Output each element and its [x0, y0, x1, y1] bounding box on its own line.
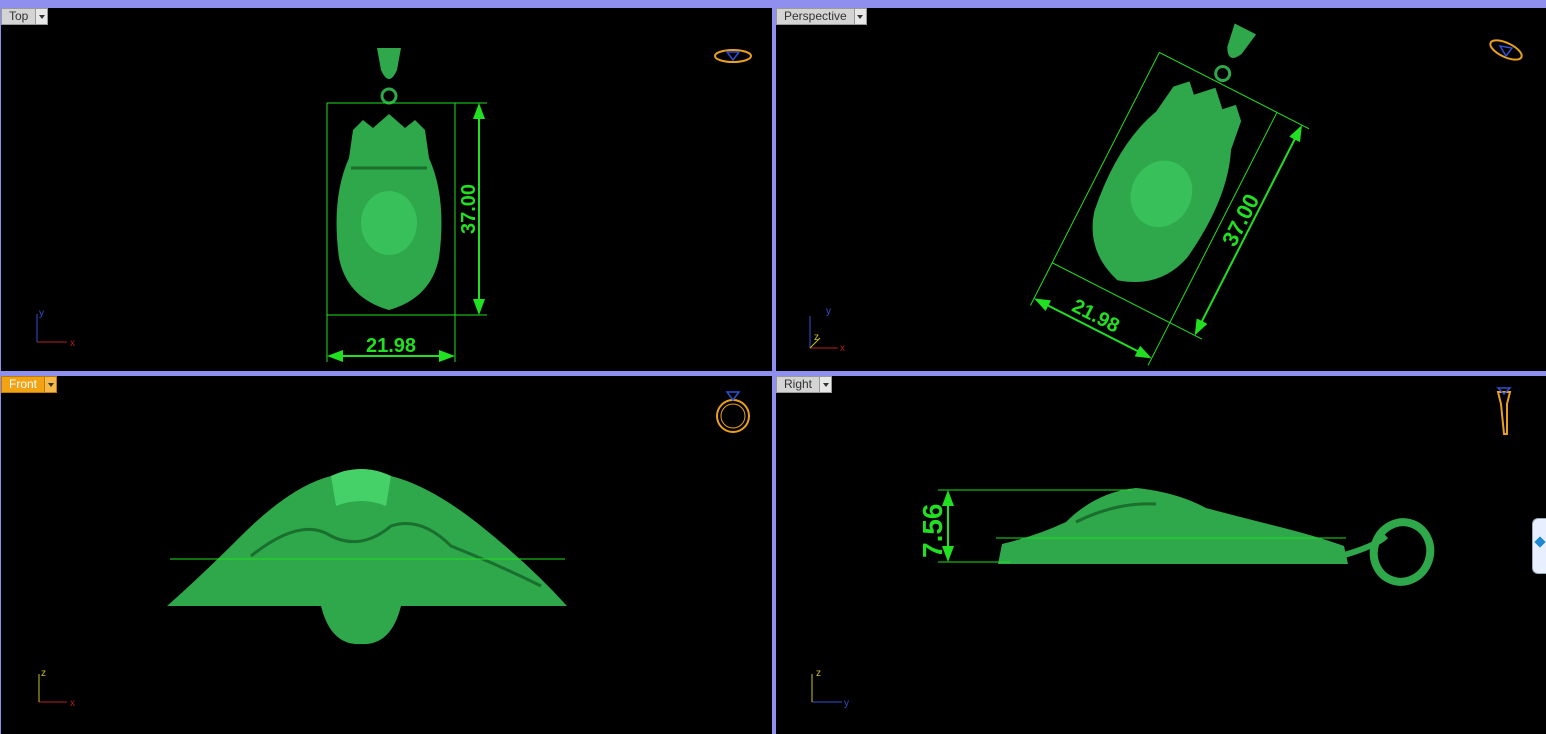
viewport-tab-top[interactable]: Top: [1, 8, 49, 25]
pendant-bail-side: [1340, 518, 1435, 586]
lion-face: [361, 191, 417, 255]
lion-head-model-side: [998, 488, 1348, 564]
pendant-bail-front: [321, 606, 401, 645]
axis-y-label: y: [844, 698, 849, 709]
height-dimension-label: 37.00: [1217, 190, 1264, 250]
ring-top-view-icon[interactable]: [714, 49, 752, 63]
pendant-ring: [380, 87, 398, 105]
viewport-tab-right[interactable]: Right: [776, 376, 833, 393]
pendant-ring: [1214, 65, 1232, 83]
chevron-down-icon[interactable]: [819, 377, 832, 392]
pendant-bail: [377, 48, 401, 79]
ring-perspective-icon[interactable]: [1488, 36, 1525, 63]
panel-expand-icon[interactable]: [1532, 518, 1546, 574]
width-dimension-label: 21.98: [366, 335, 416, 357]
axis-indicator: y x: [36, 308, 75, 349]
viewport-title: Top: [9, 9, 29, 23]
axis-x-label: x: [70, 338, 75, 349]
axis-indicator: y z x: [809, 306, 845, 354]
viewport-title: Perspective: [784, 9, 847, 23]
height-dimension-label: 37.00: [458, 184, 480, 234]
viewport-title: Front: [9, 377, 38, 391]
axis-indicator: z y: [811, 668, 849, 709]
axis-y-label: y: [39, 308, 44, 319]
viewport-perspective[interactable]: 37.00 21.98 y z x Perspective: [776, 8, 1546, 371]
axis-x-label: x: [840, 343, 845, 354]
perspective-view-canvas[interactable]: 37.00 21.98 y z x: [776, 8, 1546, 371]
top-view-canvas[interactable]: 37.00 21.98 y x: [1, 8, 772, 371]
chevron-down-icon[interactable]: [35, 9, 48, 24]
chevron-down-icon[interactable]: [853, 9, 866, 24]
chevron-down-icon[interactable]: [44, 377, 57, 392]
axis-indicator: z x: [38, 668, 75, 709]
axis-z-label: z: [814, 332, 819, 343]
viewport-tab-front[interactable]: Front: [1, 376, 58, 393]
viewport-right[interactable]: 7.56 z y Right: [776, 376, 1546, 734]
right-view-canvas[interactable]: 7.56 z y: [776, 376, 1546, 734]
axis-x-label: x: [70, 698, 75, 709]
depth-dimension-label: 7.56: [917, 504, 948, 559]
axis-z-label: z: [816, 668, 821, 679]
axis-z-label: z: [41, 668, 46, 679]
ring-side-view-icon[interactable]: [1496, 387, 1512, 435]
viewport-tab-perspective[interactable]: Perspective: [776, 8, 867, 25]
axis-y-label: y: [826, 306, 831, 317]
width-dimension-label: 21.98: [1068, 295, 1123, 337]
pendant-bail: [1227, 23, 1257, 58]
viewport-top[interactable]: 37.00 21.98 y x Top: [1, 8, 772, 371]
front-view-canvas[interactable]: z x: [1, 376, 772, 734]
viewport-front[interactable]: z x Front: [1, 376, 772, 734]
ring-front-view-icon[interactable]: [716, 391, 750, 433]
viewport-title: Right: [784, 377, 813, 391]
